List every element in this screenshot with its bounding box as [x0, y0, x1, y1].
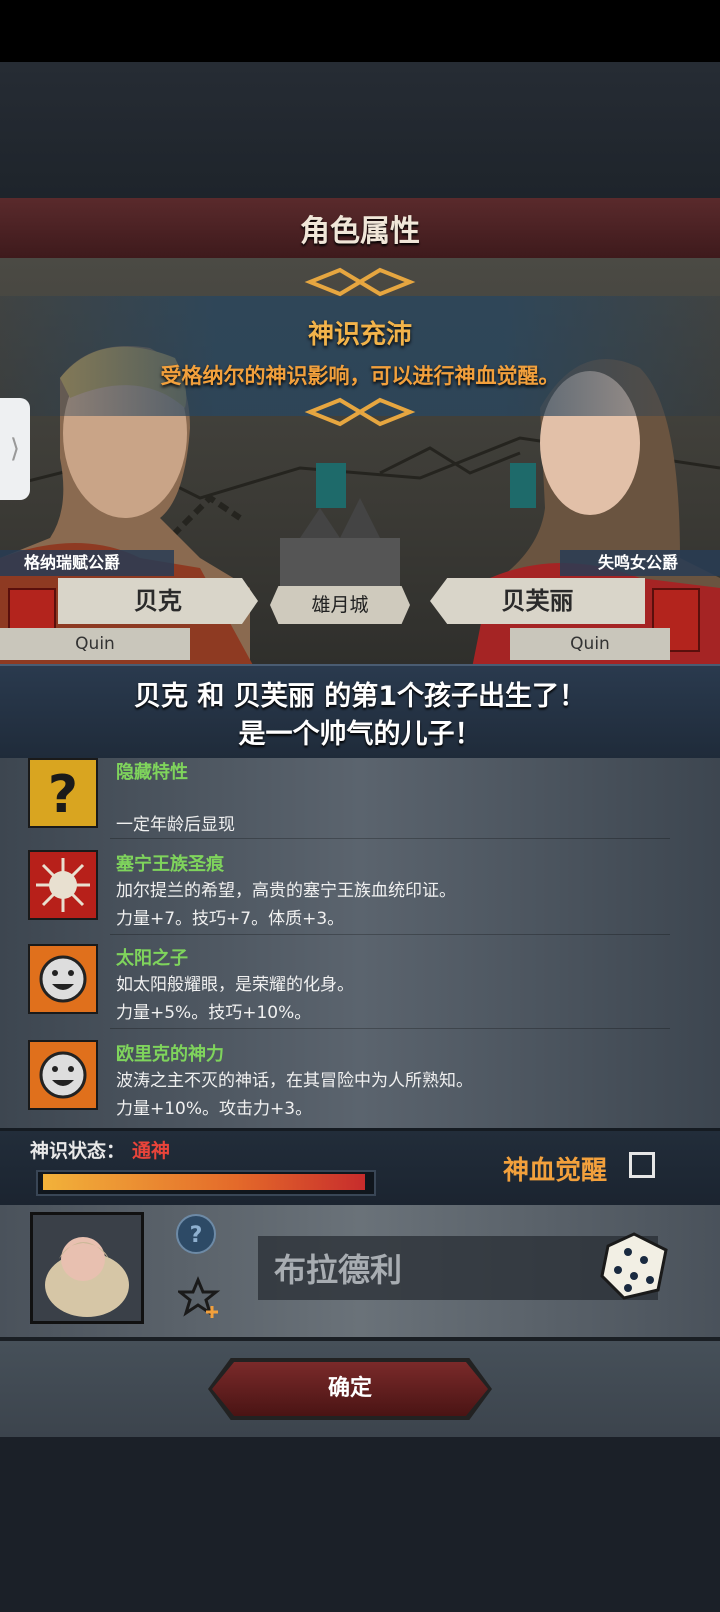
list-item: ? 隐藏特性 一定年龄后显现 [0, 758, 720, 854]
sun-emblem-icon [28, 850, 98, 920]
trait-name: 欧里克的神力 [116, 1044, 224, 1065]
father-name: 贝克 [58, 578, 258, 624]
traits-list: ? 隐藏特性 一定年龄后显现 塞宁王族圣痕 加尔提兰的希望，高贵的塞宁王族血统印… [0, 758, 720, 1128]
blessing-title: 神识充沛 [307, 320, 412, 350]
mother-title: 失鸣女公爵 [560, 550, 720, 576]
mother-name: 贝芙丽 [430, 578, 645, 624]
trait-name: 塞宁王族圣痕 [116, 854, 224, 875]
question-icon: ? [28, 758, 98, 828]
trait-name: 隐藏特性 [116, 762, 188, 783]
blessing-description: 受格纳尔的神识影响，可以进行神血觉醒。 [160, 364, 560, 388]
dice-random-icon[interactable] [598, 1230, 670, 1302]
trait-effect: 力量+5%。技巧+10%。 [116, 1003, 312, 1023]
trait-name: 太阳之子 [116, 948, 188, 969]
svg-text:?: ? [48, 765, 78, 825]
mother-trait-label: Quin [510, 628, 670, 660]
bottom-shade [0, 1437, 720, 1612]
favorite-add-icon[interactable] [178, 1276, 222, 1320]
confirm-button[interactable]: 确定 [212, 1362, 488, 1416]
blood-awaken-label: 神血觉醒 [503, 1156, 608, 1186]
announcement-line-1: 贝克 和 贝芙丽 的第1个孩子出生了！ [134, 681, 586, 712]
smiley-icon [28, 944, 98, 1014]
trait-effect: 力量+7。技巧+7。体质+3。 [116, 909, 345, 929]
father-trait-label: Quin [0, 628, 190, 660]
divider [110, 1028, 670, 1029]
list-item: 欧里克的神力 波涛之主不灭的神话，在其冒险中为人所熟知。 力量+10%。攻击力+… [0, 1040, 720, 1136]
divider [110, 934, 670, 935]
divine-status-value: 通神 [132, 1140, 171, 1162]
trait-description: 加尔提兰的希望，高贵的塞宁王族血统印证。 [116, 881, 456, 901]
trait-description: 波涛之主不灭的神话，在其冒险中为人所熟知。 [116, 1071, 473, 1091]
status-bar-area [0, 0, 720, 62]
list-item: 太阳之子 如太阳般耀眼，是荣耀的化身。 力量+5%。技巧+10%。 [0, 944, 720, 1040]
divine-status-label: 神识状态： [30, 1140, 126, 1162]
divider [110, 838, 670, 839]
trait-effect: 一定年龄后显现 [116, 815, 235, 835]
page-title: 角色属性 [300, 214, 420, 249]
castle-label: 雄月城 [270, 586, 410, 624]
trait-description: 如太阳般耀眼，是荣耀的化身。 [116, 975, 354, 995]
trait-effect: 力量+10%。攻击力+3。 [116, 1099, 313, 1119]
top-shade [0, 62, 720, 198]
side-drawer-handle[interactable]: ⟩ [0, 398, 30, 500]
help-button[interactable]: ? [176, 1214, 216, 1254]
ornament-top-icon [304, 267, 416, 297]
father-title: 格纳瑞赋公爵 [0, 550, 174, 576]
smiley-icon [28, 1040, 98, 1110]
blood-awaken-checkbox[interactable] [629, 1152, 655, 1178]
list-item: 塞宁王族圣痕 加尔提兰的希望，高贵的塞宁王族血统印证。 力量+7。技巧+7。体质… [0, 850, 720, 946]
ornament-bottom-icon [304, 397, 416, 427]
divine-progress-fill [43, 1174, 365, 1190]
announcement-line-2: 是一个帅气的儿子！ [238, 719, 482, 750]
baby-portrait [30, 1212, 144, 1324]
